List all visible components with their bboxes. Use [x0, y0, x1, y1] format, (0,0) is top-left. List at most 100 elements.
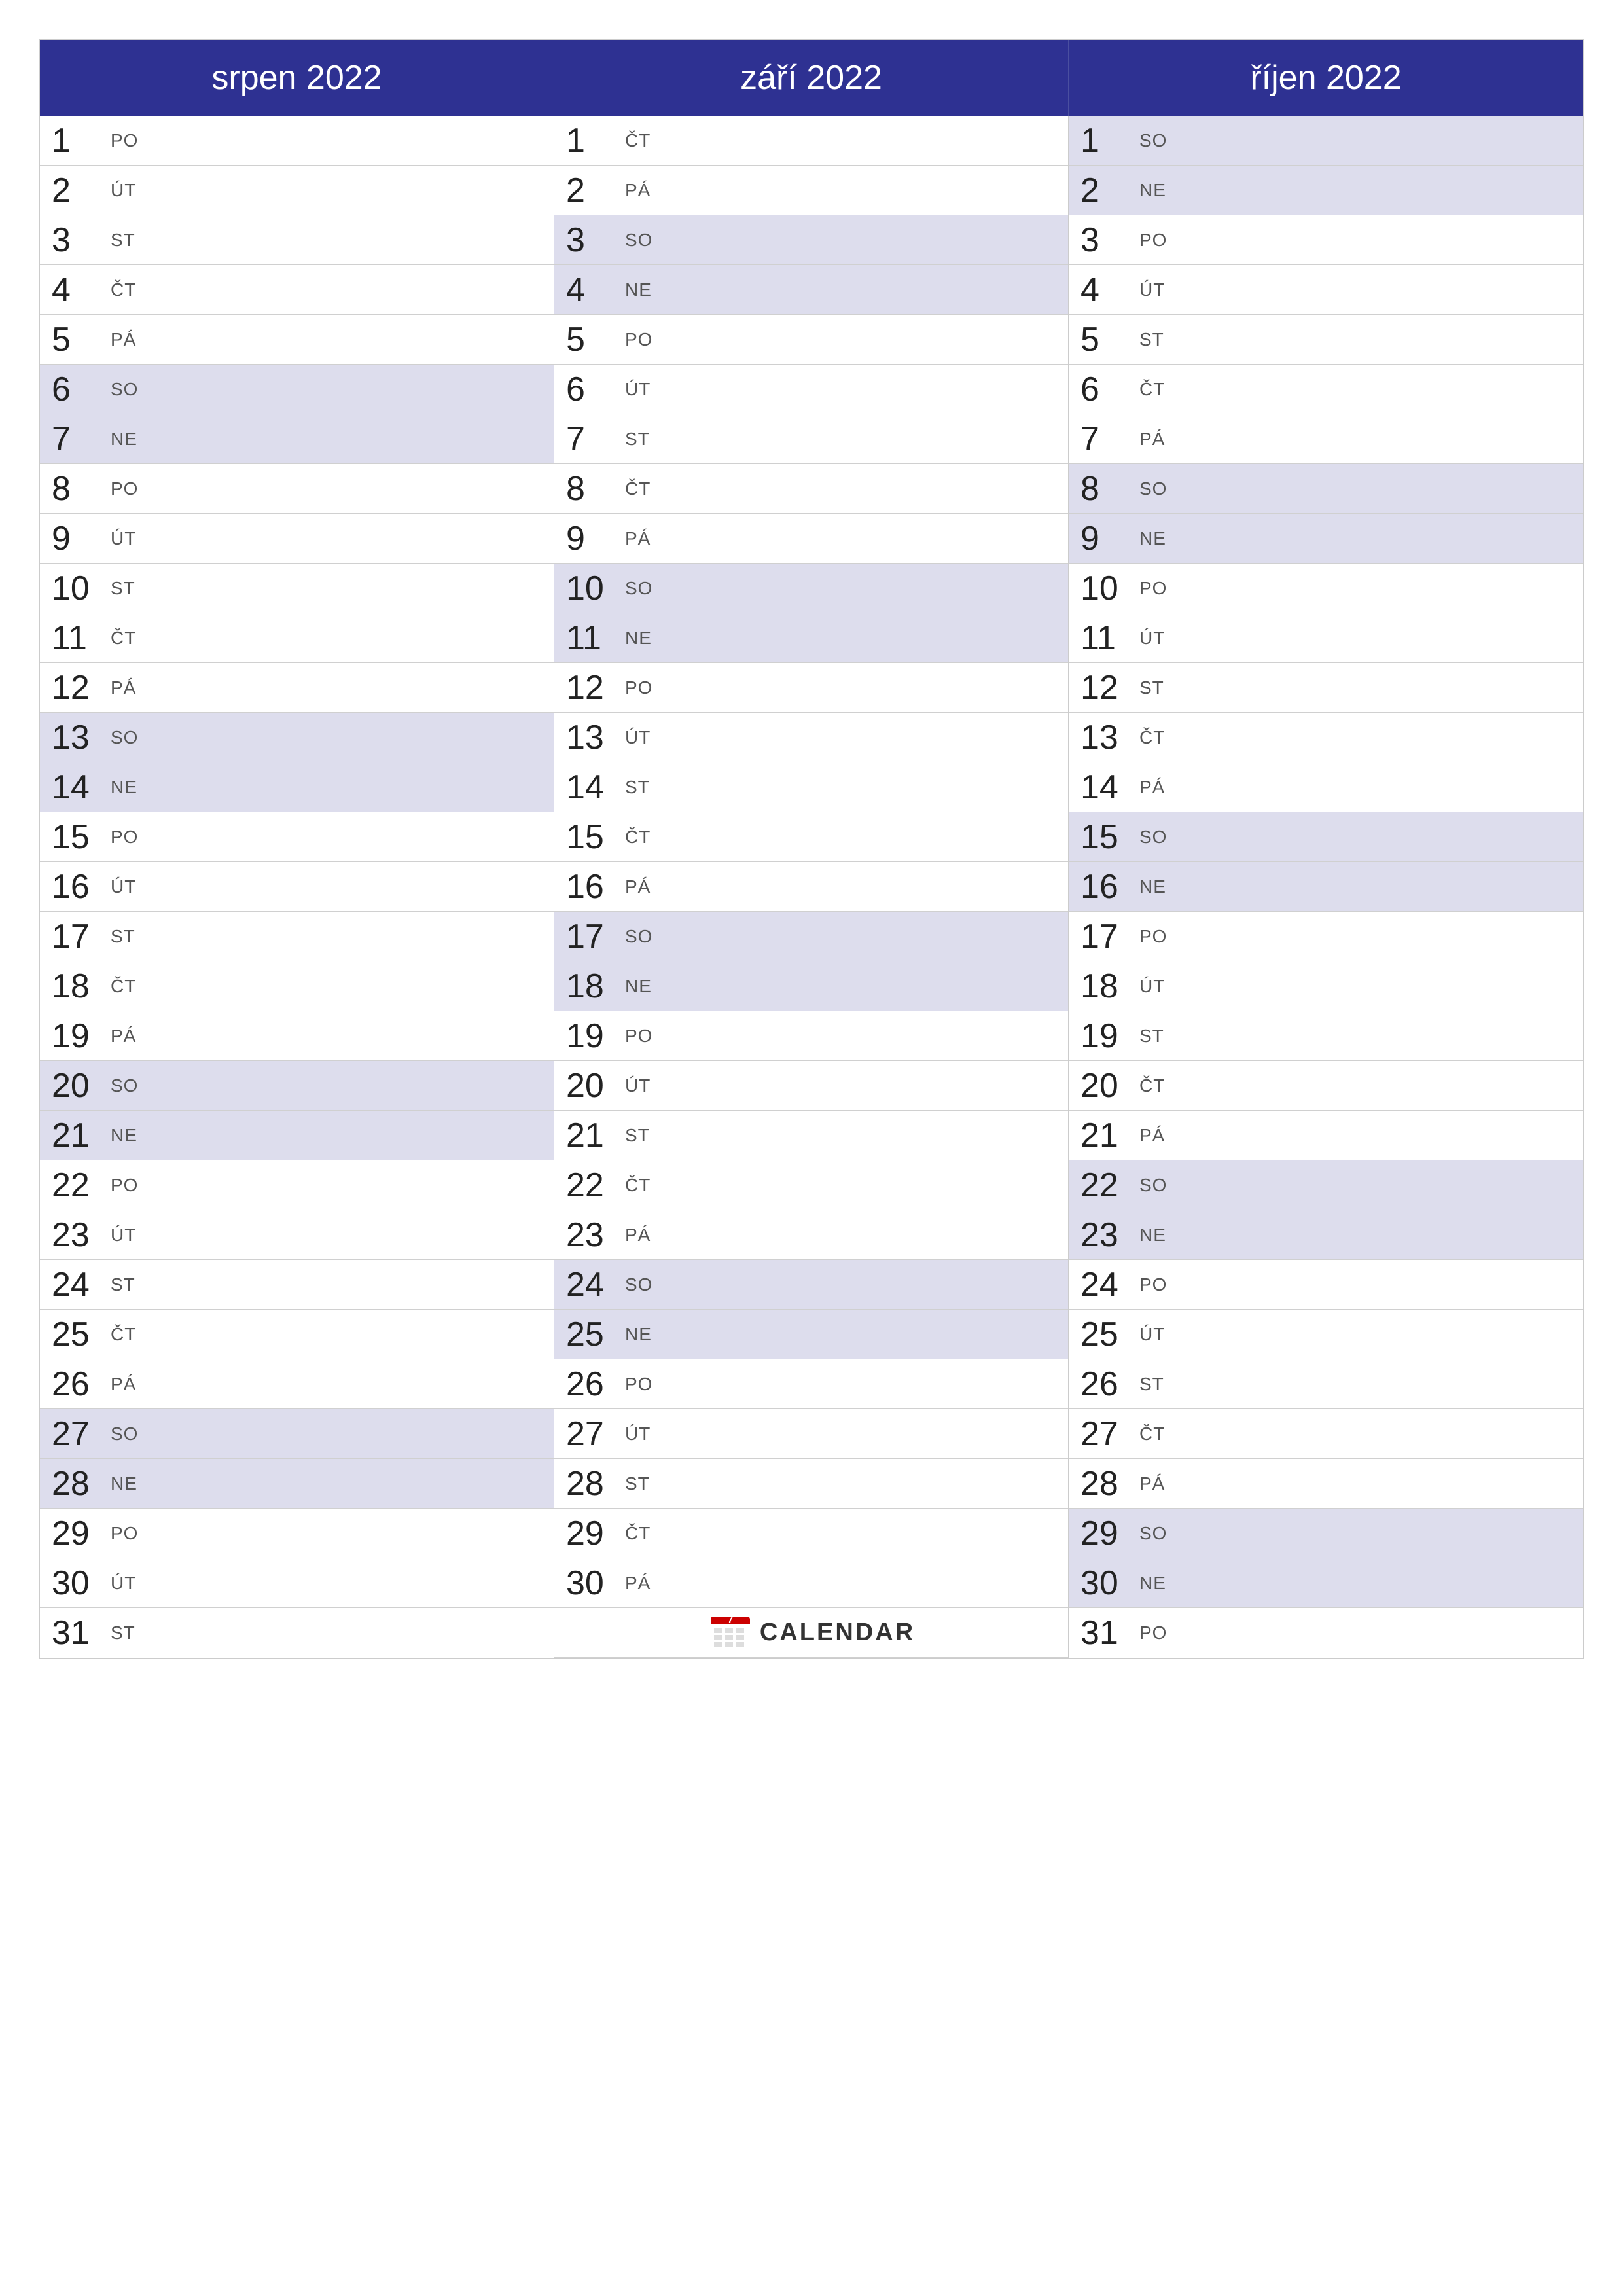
day-number: 19	[52, 1019, 104, 1053]
day-number: 12	[1080, 671, 1133, 705]
day-row: 13 ÚT	[554, 713, 1068, 762]
day-name: ST	[111, 1274, 135, 1295]
day-number: 17	[566, 920, 618, 954]
day-number: 10	[1080, 571, 1133, 605]
day-row: 21 PÁ	[1069, 1111, 1583, 1160]
day-number: 28	[566, 1467, 618, 1501]
day-name: ÚT	[1139, 628, 1165, 649]
day-name: ÚT	[625, 727, 651, 748]
day-number: 9	[1080, 522, 1133, 556]
month-col-0: 1PO2ÚT3ST4ČT5PÁ6SO7NE8PO9ÚT10ST11ČT12PÁ1…	[40, 116, 554, 1658]
day-row: 23ÚT	[40, 1210, 554, 1260]
day-name: NE	[625, 628, 652, 649]
day-number: 1	[1080, 124, 1133, 158]
day-number: 7	[1080, 422, 1133, 456]
day-number: 11	[566, 621, 618, 655]
day-number: 21	[1080, 1119, 1133, 1153]
day-name: SO	[111, 1424, 138, 1444]
day-number: 6	[566, 372, 618, 406]
day-name: PO	[625, 1374, 652, 1395]
day-number: 21	[566, 1119, 618, 1153]
day-row: 8SO	[1069, 464, 1583, 514]
day-number: 12	[566, 671, 618, 705]
day-name: PÁ	[1139, 1473, 1165, 1494]
day-row: 7NE	[40, 414, 554, 464]
day-row: 5PO	[554, 315, 1068, 365]
day-number: 27	[52, 1417, 104, 1451]
day-row: 6ČT	[1069, 365, 1583, 414]
day-row: 30PÁ	[554, 1558, 1068, 1608]
day-name: ÚT	[111, 528, 136, 549]
day-name: NE	[625, 1324, 652, 1345]
day-number: 2	[52, 173, 104, 207]
day-number: 1	[52, 124, 104, 158]
day-number: 3	[1080, 223, 1133, 257]
day-number: 28	[1080, 1467, 1133, 1501]
day-name: NE	[625, 976, 652, 997]
day-number: 23	[52, 1218, 104, 1252]
day-number: 30	[1080, 1566, 1133, 1600]
day-row: 26ST	[1069, 1359, 1583, 1409]
day-name: PÁ	[1139, 1125, 1165, 1146]
day-number: 13	[566, 721, 618, 755]
day-row: 9ÚT	[40, 514, 554, 564]
day-row: 27ÚT	[554, 1409, 1068, 1459]
day-name: NE	[1139, 1573, 1166, 1594]
day-row: 21NE	[40, 1111, 554, 1160]
day-number: 31	[52, 1616, 104, 1650]
day-row: 24SO	[554, 1260, 1068, 1310]
day-number: 22	[52, 1168, 104, 1202]
day-name: ST	[625, 777, 650, 798]
day-name: PÁ	[625, 1225, 651, 1246]
day-name: PO	[1139, 578, 1167, 599]
day-number: 29	[1080, 1516, 1133, 1551]
month-header-october: říjen 2022	[1069, 40, 1583, 116]
day-number: 18	[566, 969, 618, 1003]
day-row: 25ÚT	[1069, 1310, 1583, 1359]
day-row: 17PO	[1069, 912, 1583, 961]
day-number: 30	[52, 1566, 104, 1600]
day-row: 23NE	[1069, 1210, 1583, 1260]
day-row: 18 NE	[554, 961, 1068, 1011]
day-row: 1SO	[1069, 116, 1583, 166]
day-name: PO	[111, 1523, 138, 1544]
day-number: 13	[1080, 721, 1133, 755]
day-row: 30 NE	[1069, 1558, 1583, 1608]
day-row: 10ST	[40, 564, 554, 613]
day-number: 7	[52, 422, 104, 456]
day-row: 10SO	[554, 564, 1068, 613]
day-row: 22ČT	[554, 1160, 1068, 1210]
day-number: 26	[566, 1367, 618, 1401]
day-name: NE	[111, 1473, 137, 1494]
day-name: ČT	[625, 1175, 651, 1196]
day-row: 9NE	[1069, 514, 1583, 564]
day-number: 16	[52, 870, 104, 904]
day-number: 18	[52, 969, 104, 1003]
day-row: 24ST	[40, 1260, 554, 1310]
day-row: 28ST	[554, 1459, 1068, 1509]
day-name: PO	[111, 827, 138, 848]
day-row: 28NE	[40, 1459, 554, 1509]
day-row: 19PÁ	[40, 1011, 554, 1061]
day-name: ST	[625, 1125, 650, 1146]
day-number: 26	[1080, 1367, 1133, 1401]
day-number: 11	[52, 621, 104, 655]
day-name: PO	[1139, 1274, 1167, 1295]
day-row: 3ST	[40, 215, 554, 265]
day-name: SO	[625, 1274, 652, 1295]
day-name: ČT	[625, 130, 651, 151]
day-name: ST	[1139, 677, 1164, 698]
day-row: 20ČT	[1069, 1061, 1583, 1111]
day-name: PÁ	[625, 528, 651, 549]
day-row: 10 PO	[1069, 564, 1583, 613]
day-name: PÁ	[111, 329, 136, 350]
day-number: 30	[566, 1566, 618, 1600]
day-number: 10	[566, 571, 618, 605]
day-row: 16ÚT	[40, 862, 554, 912]
day-name: PO	[111, 130, 138, 151]
day-row: 4NE	[554, 265, 1068, 315]
day-row: 4ČT	[40, 265, 554, 315]
day-name: ÚT	[1139, 976, 1165, 997]
day-row: 8PO	[40, 464, 554, 514]
day-row: 25ČT	[40, 1310, 554, 1359]
